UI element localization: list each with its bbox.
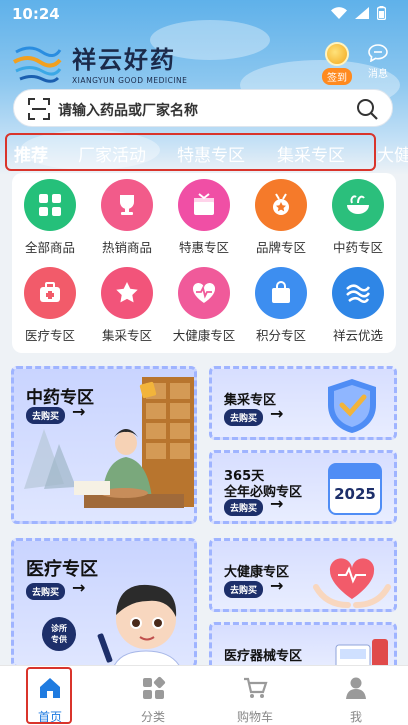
- brand-name: 祥云好药: [72, 46, 176, 74]
- scan-icon[interactable]: [28, 98, 50, 120]
- category-label: 集采专区: [101, 328, 152, 343]
- tabbar-category[interactable]: 分类: [123, 666, 183, 724]
- promo-tcm-zone[interactable]: 中药专区 去购买 →: [11, 366, 197, 524]
- promo-title: 集采专区: [224, 393, 277, 408]
- cart-icon: [244, 677, 268, 698]
- star-icon: [101, 267, 153, 319]
- promo-title: 医疗专区: [26, 559, 98, 580]
- arrow-right-icon: →: [270, 404, 284, 423]
- tab-big-health[interactable]: 大健: [377, 141, 408, 166]
- calendar-icon: 2025: [328, 463, 382, 515]
- user-icon: [346, 677, 366, 699]
- category-label: 全部商品: [24, 240, 75, 255]
- shield-check-icon: [328, 379, 376, 433]
- tabs-highlight-box: [5, 133, 376, 171]
- chat-bubble-icon: [368, 44, 388, 63]
- category-hot-products[interactable]: 热销商品: [89, 179, 165, 256]
- category-tabs: 推荐 厂家活动 特惠专区 集采专区 大健: [0, 132, 408, 172]
- gift-icon: [178, 179, 230, 231]
- buy-button[interactable]: 去购买: [224, 581, 264, 598]
- category-grid: 全部商品 热销商品 特惠专区 品牌专区 中药专区 医疗专区 集采专区 大健康专区…: [12, 173, 396, 353]
- tcm-illustration: [24, 377, 194, 508]
- clinic-badge-line2: 专供: [51, 635, 67, 644]
- arrow-right-icon: →: [270, 494, 284, 513]
- tabbar-label: 分类: [140, 710, 165, 724]
- home-highlight-box: [26, 667, 72, 724]
- promo-title: 全年必购专区: [224, 485, 303, 500]
- category-label: 特惠专区: [178, 240, 229, 255]
- promo-procurement-zone[interactable]: 集采专区 去购买 →: [209, 366, 397, 440]
- category-label: 医疗专区: [24, 328, 75, 343]
- herb-bowl-icon: [332, 179, 384, 231]
- buy-button[interactable]: 去购买: [224, 409, 264, 426]
- category-procurement-zone[interactable]: 集采专区: [89, 267, 165, 344]
- promo-big-health-zone[interactable]: 大健康专区 去购买 →: [209, 538, 397, 612]
- promo-yearly-zone[interactable]: 365天 全年必购专区 去购买 → 2025: [209, 450, 397, 524]
- category-special-offers[interactable]: 特惠专区: [166, 179, 242, 256]
- heart-pulse-icon: [178, 267, 230, 319]
- tabbar-label: 我: [349, 710, 362, 724]
- category-label: 大健康专区: [172, 328, 236, 343]
- category-brand-zone[interactable]: 品牌专区: [243, 179, 319, 256]
- promo-title: 医疗器械专区: [224, 649, 303, 664]
- medical-kit-icon: [24, 267, 76, 319]
- brand-subtitle: XIANGYUN GOOD MEDICINE: [72, 76, 188, 85]
- xiangyun-logo: [13, 46, 62, 83]
- tabbar-label: 购物车: [236, 710, 273, 724]
- signin-button[interactable]: 签到: [318, 42, 356, 85]
- coin-icon: [325, 42, 349, 66]
- message-label: 消息: [368, 69, 388, 80]
- heart-hands-icon: [313, 558, 391, 608]
- arrow-right-icon: →: [270, 576, 284, 595]
- buy-button[interactable]: 去购买: [26, 583, 66, 600]
- category-medical-zone[interactable]: 医疗专区: [12, 267, 88, 344]
- search-bar[interactable]: 请输入药品或厂家名称: [13, 89, 393, 127]
- category-label: 热销商品: [101, 240, 152, 255]
- cloud-wave-icon: [332, 267, 384, 319]
- status-bar: 10:24: [0, 0, 408, 28]
- tabbar-cart[interactable]: 购物车: [225, 666, 285, 724]
- tabbar-me[interactable]: 我: [326, 666, 386, 724]
- signin-label: 签到: [322, 68, 352, 85]
- app-header: 祥云好药 XIANGYUN GOOD MEDICINE 签到 消息: [0, 34, 408, 90]
- status-time: 10:24: [12, 5, 60, 23]
- search-input[interactable]: 请输入药品或厂家名称: [58, 100, 198, 120]
- category-xiangyun-selection[interactable]: 祥云优选: [320, 267, 396, 344]
- buy-button[interactable]: 去购买: [224, 499, 264, 516]
- category-label: 积分专区: [255, 328, 306, 343]
- category-all-products[interactable]: 全部商品: [12, 179, 88, 256]
- category-label: 中药专区: [332, 240, 383, 255]
- category-big-health-zone[interactable]: 大健康专区: [166, 267, 242, 344]
- doctor-boy-illustration: [97, 584, 180, 665]
- message-button[interactable]: 消息: [364, 44, 392, 80]
- category-label: 品牌专区: [255, 240, 306, 255]
- medal-icon: [255, 179, 307, 231]
- calendar-year: 2025: [334, 485, 376, 503]
- category-points-zone[interactable]: 积分专区: [243, 267, 319, 344]
- category-label: 祥云优选: [332, 328, 383, 343]
- category-icon: [143, 676, 166, 699]
- brand: 祥云好药 XIANGYUN GOOD MEDICINE: [72, 40, 187, 85]
- wifi-icon: [331, 7, 347, 19]
- arrow-right-icon: →: [72, 578, 86, 597]
- shopping-bag-icon: [255, 267, 307, 319]
- category-tcm-zone[interactable]: 中药专区: [320, 179, 396, 256]
- trophy-icon: [101, 179, 153, 231]
- battery-icon: [377, 6, 386, 20]
- signal-icon: [355, 7, 369, 19]
- search-icon[interactable]: [356, 98, 378, 120]
- grid-icon: [24, 179, 76, 231]
- clinic-badge-line1: 诊所: [51, 624, 67, 633]
- clinic-badge: 诊所 专供: [42, 617, 76, 651]
- promo-medical-zone[interactable]: 医疗专区 去购买 → 诊所 专供: [11, 538, 197, 668]
